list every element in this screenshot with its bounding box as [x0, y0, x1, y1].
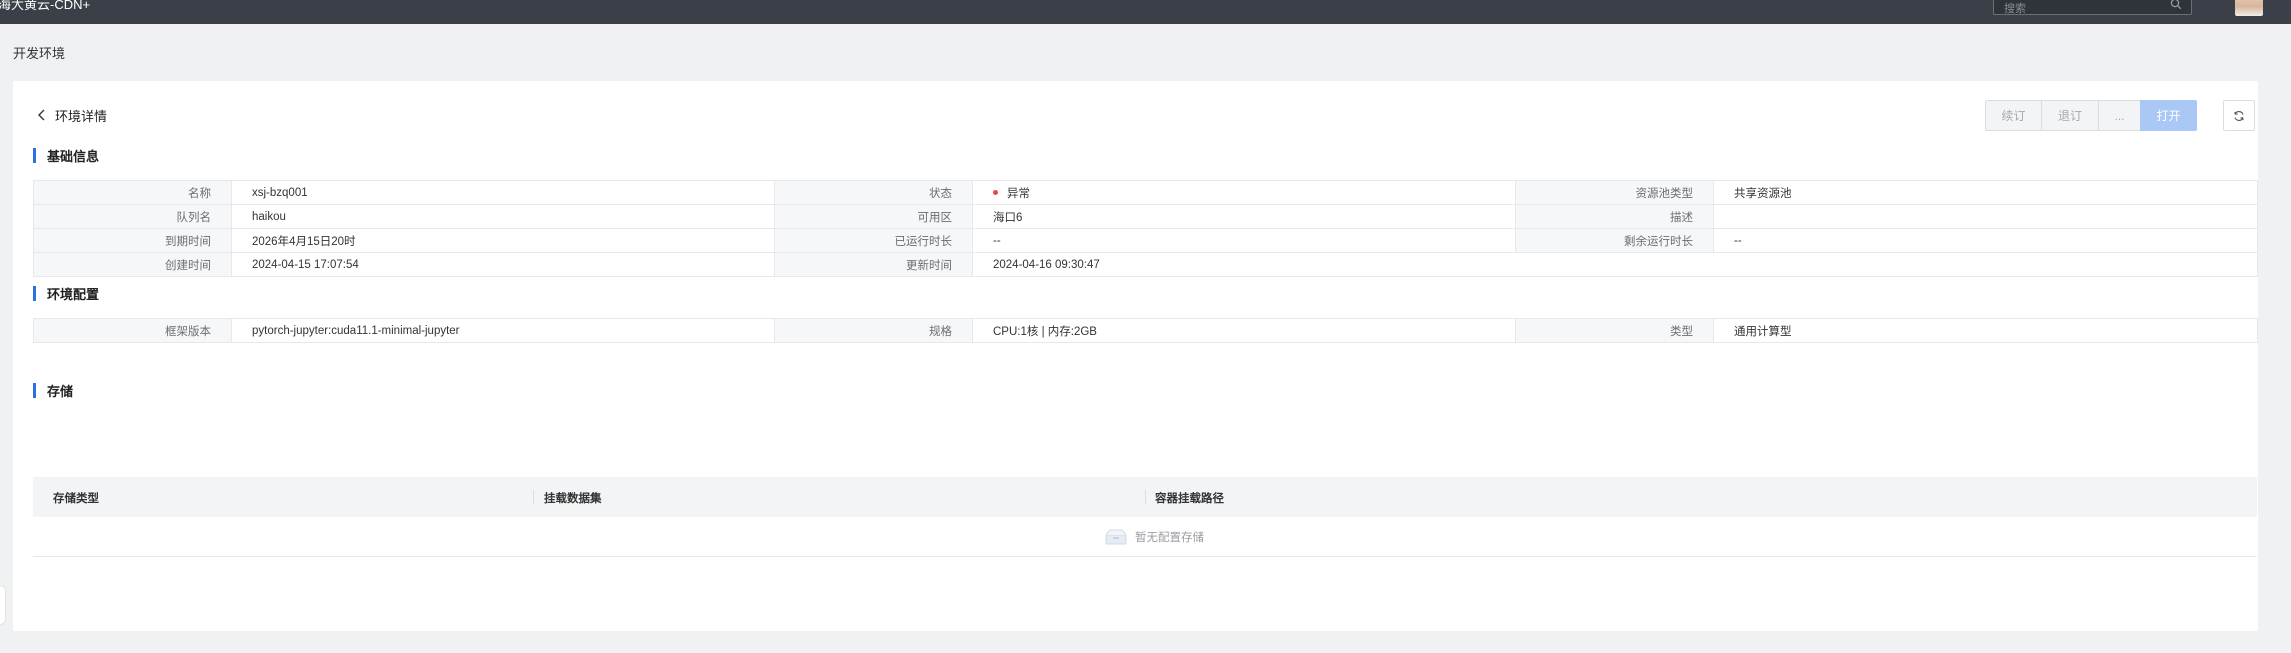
- action-button-group: 续订 退订 ... 打开: [1985, 100, 2197, 131]
- field-value: 2024-04-16 09:30:47: [972, 252, 2258, 277]
- field-value: 海口6: [972, 204, 1516, 229]
- basic-info-table: 名称 xsj-bzq001 状态 异常 资源池类型 共享资源池 队列名 haik…: [33, 180, 2258, 277]
- column-divider: [533, 490, 534, 504]
- section-label: 存储: [47, 383, 74, 399]
- field-value: haikou: [231, 204, 775, 229]
- storage-table: 存储类型 挂载数据集 容器挂载路径 暂无配置存储: [33, 477, 2257, 557]
- search-icon[interactable]: [2170, 0, 2182, 10]
- unsubscribe-button[interactable]: 退订: [2041, 100, 2099, 131]
- table-row: 名称 xsj-bzq001 状态 异常 资源池类型 共享资源池: [33, 180, 2258, 205]
- table-row: 创建时间 2024-04-15 17:07:54 更新时间 2024-04-16…: [33, 252, 2258, 277]
- table-row: 框架版本 pytorch-jupyter:cuda11.1-minimal-ju…: [33, 318, 2258, 343]
- field-label: 类型: [1515, 318, 1714, 343]
- user-avatar[interactable]: [2235, 0, 2263, 16]
- status-error-dot: [993, 189, 998, 195]
- more-button[interactable]: ...: [2098, 100, 2141, 131]
- renew-button[interactable]: 续订: [1985, 100, 2042, 131]
- field-label: 队列名: [33, 204, 232, 229]
- table-header: 存储类型 挂载数据集 容器挂载路径: [33, 477, 2257, 517]
- field-label: 可用区: [774, 204, 973, 229]
- column-divider: [1145, 490, 1146, 504]
- table-row: 队列名 haikou 可用区 海口6 描述: [33, 204, 2258, 229]
- status-text: 异常: [1007, 187, 1030, 200]
- field-label: 更新时间: [774, 252, 973, 277]
- field-value: pytorch-jupyter:cuda11.1-minimal-jupyter: [231, 318, 775, 343]
- section-storage-title: 存储: [33, 382, 74, 399]
- search-placeholder: 搜索: [2004, 3, 2026, 15]
- section-label: 基础信息: [47, 148, 100, 164]
- column-header: 容器挂载路径: [1155, 493, 1224, 505]
- section-label: 环境配置: [47, 286, 100, 302]
- empty-state: 暂无配置存储: [1105, 529, 1204, 545]
- section-accent-bar: [33, 382, 36, 398]
- field-label: 创建时间: [33, 252, 232, 277]
- status-value: 异常: [972, 180, 1516, 205]
- field-label: 资源池类型: [1515, 180, 1714, 205]
- field-value: xsj-bzq001: [231, 180, 775, 205]
- column-header: 存储类型: [53, 493, 99, 505]
- search-input[interactable]: 搜索: [1993, 0, 2192, 15]
- field-value: 共享资源池: [1713, 180, 2258, 205]
- field-value: 通用计算型: [1713, 318, 2258, 343]
- section-basic-info-title: 基础信息: [33, 147, 100, 164]
- page-title: 开发环境: [13, 46, 66, 61]
- top-navbar: 海大黄云-CDN+ 搜索: [0, 0, 2291, 24]
- field-value: 2024-04-15 17:07:54: [231, 252, 775, 277]
- detail-header: 环境详情: [35, 106, 107, 124]
- empty-box-icon: [1105, 529, 1127, 545]
- empty-row: 暂无配置存储: [33, 517, 2257, 557]
- side-drawer-handle[interactable]: [0, 585, 6, 625]
- brand-name[interactable]: 海大黄云-CDN+: [0, 0, 90, 13]
- field-value: [1713, 204, 2258, 229]
- field-label: 状态: [774, 180, 973, 205]
- section-accent-bar: [33, 147, 36, 163]
- field-value: --: [1713, 228, 2258, 253]
- table-row: 到期时间 2026年4月15日20时 已运行时长 -- 剩余运行时长 --: [33, 228, 2258, 253]
- open-button[interactable]: 打开: [2140, 100, 2197, 131]
- field-value: CPU:1核 | 内存:2GB: [972, 318, 1516, 343]
- field-label: 剩余运行时长: [1515, 228, 1714, 253]
- field-label: 框架版本: [33, 318, 232, 343]
- empty-text: 暂无配置存储: [1135, 532, 1204, 544]
- field-label: 规格: [774, 318, 973, 343]
- field-label: 名称: [33, 180, 232, 205]
- field-label: 已运行时长: [774, 228, 973, 253]
- section-env-config-title: 环境配置: [33, 285, 100, 302]
- refresh-button[interactable]: [2223, 100, 2255, 131]
- back-chevron-icon[interactable]: [35, 108, 49, 122]
- field-value: --: [972, 228, 1516, 253]
- section-accent-bar: [33, 285, 36, 301]
- refresh-icon: [2234, 110, 2244, 121]
- detail-title: 环境详情: [55, 108, 108, 124]
- field-label: 描述: [1515, 204, 1714, 229]
- column-header: 挂载数据集: [544, 493, 602, 505]
- field-label: 到期时间: [33, 228, 232, 253]
- field-value: 2026年4月15日20时: [231, 228, 775, 253]
- env-config-table: 框架版本 pytorch-jupyter:cuda11.1-minimal-ju…: [33, 318, 2258, 343]
